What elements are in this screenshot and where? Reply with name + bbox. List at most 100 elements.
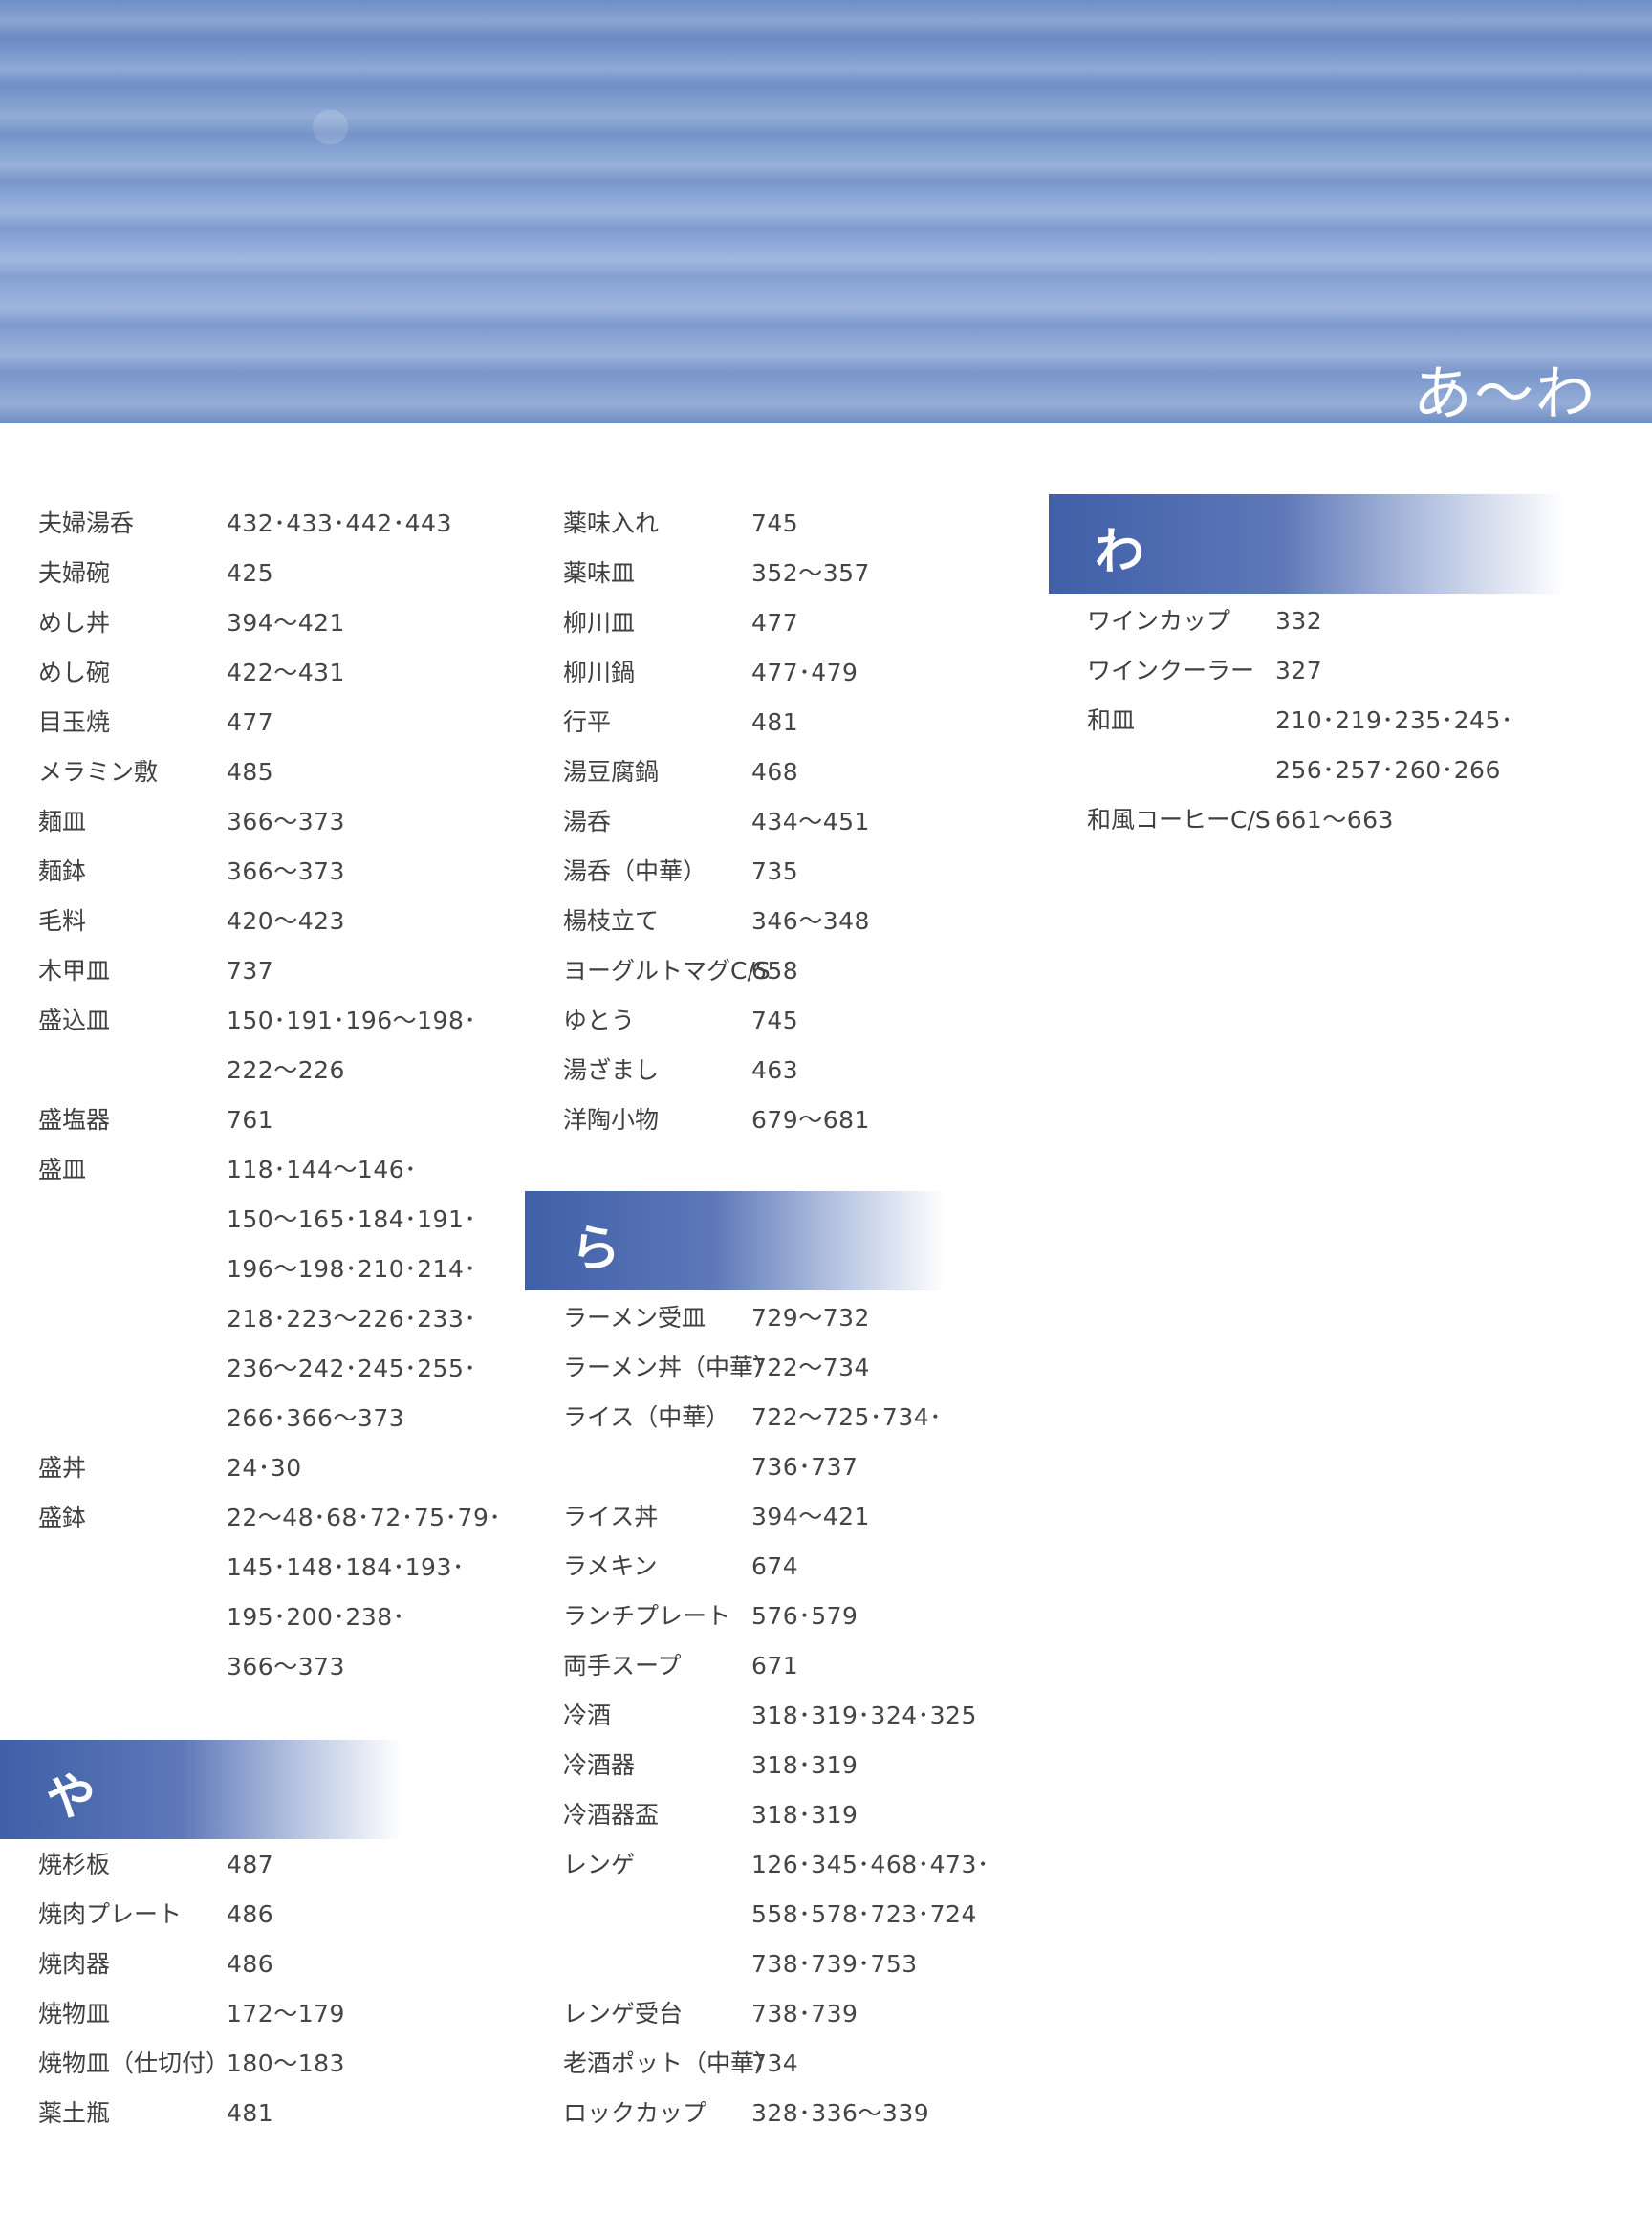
- entry-label: 両手スープ: [563, 1652, 682, 1680]
- entry-pages: 218･223〜226･233･: [227, 1305, 477, 1333]
- entry-pages: 468: [751, 758, 799, 786]
- entry-pages: 394〜421: [751, 1503, 870, 1530]
- entry-pages: 737: [227, 957, 274, 985]
- entry-pages: 745: [751, 1007, 799, 1034]
- index-entry: 薬土瓶 481: [38, 2089, 516, 2138]
- index-entry: 目玉焼 477: [38, 698, 516, 748]
- entry-label: 目玉焼: [38, 708, 111, 736]
- index-column-1: 夫婦湯呑 432･433･442･443 夫婦碗 425 めし丼 394〜421 めし碗 42…: [38, 499, 516, 1692]
- entry-pages: 738･739: [751, 2000, 859, 2027]
- entry-pages: 745: [751, 509, 799, 537]
- entry-label: 焼物皿: [38, 2000, 111, 2027]
- entry-pages: 425: [227, 559, 274, 587]
- entry-pages: 432･433･442･443: [227, 509, 452, 537]
- index-entry: 老酒ポット（中華） 734: [563, 2039, 1041, 2089]
- index-entry: ラメキン 674: [563, 1542, 1041, 1592]
- entry-pages: 126･345･468･473･: [751, 1851, 989, 1878]
- entry-pages: 576･579: [751, 1602, 859, 1630]
- entry-pages: 172〜179: [227, 2000, 345, 2027]
- entry-pages: 481: [751, 708, 799, 736]
- entry-pages: 422〜431: [227, 659, 345, 686]
- entry-pages: 366〜373: [227, 808, 345, 835]
- index-entry: 夫婦湯呑 432･433･442･443: [38, 499, 516, 549]
- entry-pages: 661〜663: [1275, 806, 1394, 834]
- entry-pages: 150･191･196〜198･: [227, 1007, 477, 1034]
- entry-pages: 658: [751, 957, 799, 985]
- entry-label: レンゲ: [563, 1851, 636, 1878]
- entry-label: 老酒ポット（中華）: [563, 2049, 779, 2077]
- index-entry: ヨーグルトマグC/S 658: [563, 946, 1041, 996]
- entry-pages: 222〜226: [227, 1056, 345, 1084]
- index-entry: めし碗 422〜431: [38, 648, 516, 698]
- entry-pages: 394〜421: [227, 609, 345, 637]
- index-entry: 楊枝立て 346〜348: [563, 897, 1041, 946]
- index-entry: ランチプレート 576･579: [563, 1592, 1041, 1641]
- entry-pages: 266･366〜373: [227, 1404, 405, 1432]
- index-entry: ライス（中華） 722〜725･734･: [563, 1393, 1041, 1442]
- entry-label: 毛料: [38, 907, 87, 935]
- entry-pages: 722〜725･734･: [751, 1403, 943, 1431]
- index-entry: 冷酒器 318･319: [563, 1741, 1041, 1790]
- entry-pages: 558･578･723･724: [751, 1900, 977, 1928]
- index-entry: 焼肉器 486: [38, 1940, 516, 1989]
- entry-label: 麺鉢: [38, 857, 87, 885]
- entry-label: 盛丼: [38, 1454, 87, 1482]
- entry-pages: 671: [751, 1652, 799, 1680]
- entry-pages: 210･219･235･245･: [1275, 706, 1513, 734]
- entry-pages: 434〜451: [751, 808, 870, 835]
- index-entry: 洋陶小物 679〜681: [563, 1095, 1041, 1145]
- entry-pages: 327: [1275, 657, 1323, 684]
- index-entry: 236〜242･245･255･: [38, 1344, 516, 1394]
- index-entry: 盛塩器 761: [38, 1095, 516, 1145]
- index-entry: 和風コーヒーC/S 661〜663: [1087, 795, 1603, 845]
- entry-label: 楊枝立て: [563, 907, 660, 935]
- entry-label: ラーメン受皿: [563, 1304, 706, 1332]
- index-entry: ワインカップ 332: [1087, 596, 1603, 646]
- index-column-3-wa: ワインカップ 332 ワインクーラー 327 和皿 210･219･235･245･ 256…: [1087, 596, 1603, 845]
- entry-label: 盛鉢: [38, 1504, 87, 1531]
- index-entry: ライス丼 394〜421: [563, 1492, 1041, 1542]
- index-entry: 盛込皿 150･191･196〜198･: [38, 996, 516, 1046]
- entry-pages: 734: [751, 2049, 799, 2077]
- index-entry: 焼物皿（仕切付） 180〜183: [38, 2039, 516, 2089]
- entry-label: ランチプレート: [563, 1602, 731, 1630]
- entry-pages: 679〜681: [751, 1106, 870, 1134]
- index-entry: 冷酒器盃 318･319: [563, 1790, 1041, 1840]
- entry-pages: 318･319･324･325: [751, 1702, 977, 1729]
- entry-label: めし丼: [38, 609, 111, 637]
- entry-pages: 328･336〜339: [751, 2099, 930, 2127]
- entry-pages: 150〜165･184･191･: [227, 1205, 477, 1233]
- index-entry: 366〜373: [38, 1642, 516, 1692]
- entry-pages: 318･319: [751, 1751, 859, 1779]
- entry-pages: 318･319: [751, 1801, 859, 1829]
- entry-label: 柳川鍋: [563, 659, 636, 686]
- index-column-2: 薬味入れ 745 薬味皿 352〜357 柳川皿 477 柳川鍋 477･479 行平 481 湯豆…: [563, 499, 1041, 1145]
- entry-label: 薬味入れ: [563, 509, 660, 537]
- entry-label: レンゲ受台: [563, 2000, 684, 2027]
- entry-label: 焼肉プレート: [38, 1900, 183, 1928]
- index-entry: 焼物皿 172〜179: [38, 1989, 516, 2039]
- entry-label: 湯豆腐鍋: [563, 758, 660, 786]
- index-entry: ワインクーラー 327: [1087, 646, 1603, 696]
- entry-pages: 420〜423: [227, 907, 345, 935]
- index-entry: 薬味皿 352〜357: [563, 549, 1041, 598]
- entry-label: 薬土瓶: [38, 2099, 111, 2127]
- section-header-ra: ら: [525, 1191, 946, 1290]
- entry-pages: 195･200･238･: [227, 1603, 405, 1631]
- index-entry: 738･739･753: [563, 1940, 1041, 1989]
- index-column-2-ra: ラーメン受皿 729〜732 ラーメン丼（中華） 722〜734 ライス（中華） 722〜…: [563, 1293, 1041, 2138]
- entry-label: 洋陶小物: [563, 1106, 660, 1134]
- entry-pages: 729〜732: [751, 1304, 870, 1332]
- index-entry: ラーメン丼（中華） 722〜734: [563, 1343, 1041, 1393]
- entry-label: 焼肉器: [38, 1950, 111, 1978]
- entry-label: 盛込皿: [38, 1007, 111, 1034]
- index-entry: 196〜198･210･214･: [38, 1245, 516, 1294]
- entry-pages: 24･30: [227, 1454, 302, 1482]
- entry-pages: 477: [751, 609, 799, 637]
- index-entry: めし丼 394〜421: [38, 598, 516, 648]
- entry-pages: 366〜373: [227, 857, 345, 885]
- entry-pages: 118･144〜146･: [227, 1156, 418, 1183]
- entry-pages: 22〜48･68･72･75･79･: [227, 1504, 502, 1531]
- index-entry: 木甲皿 737: [38, 946, 516, 996]
- index-entry: 湯ざまし 463: [563, 1046, 1041, 1095]
